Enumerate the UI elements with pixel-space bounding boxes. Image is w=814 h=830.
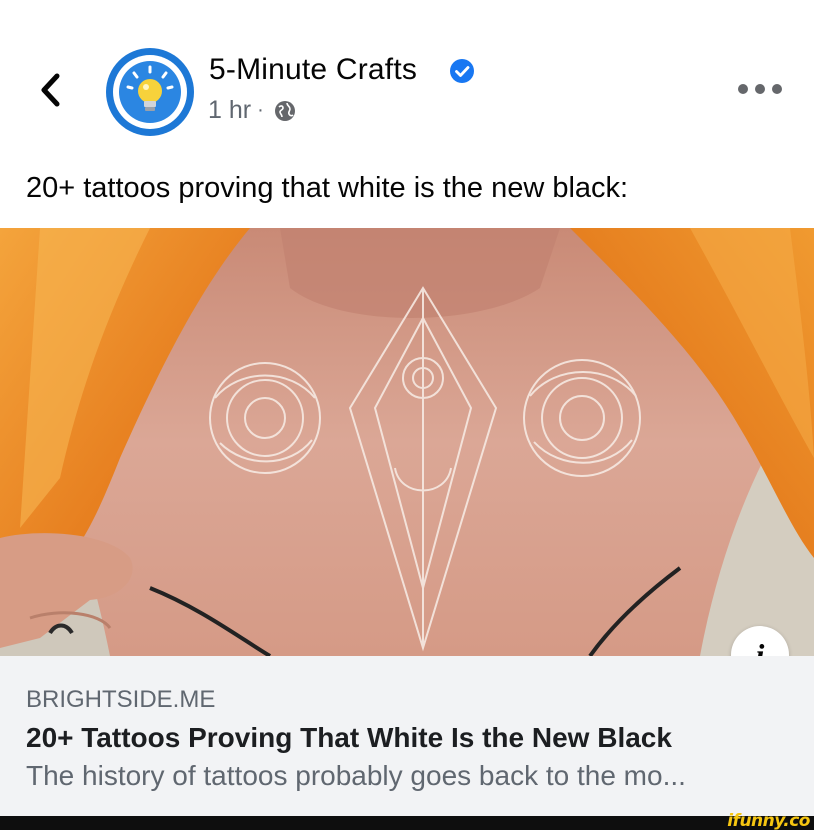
post-timestamp[interactable]: 1 hr (208, 96, 251, 125)
chevron-left-icon (41, 73, 60, 107)
page-name-link[interactable]: 5-Minute Crafts (209, 53, 417, 87)
back-button[interactable] (34, 70, 68, 110)
link-domain: BRIGHTSIDE.ME (26, 686, 216, 713)
lightbulb-icon (126, 65, 174, 111)
link-title: 20+ Tattoos Proving That White Is the Ne… (26, 722, 672, 753)
more-options-button[interactable] (738, 78, 782, 100)
verified-badge-icon (450, 59, 474, 83)
link-preview-image[interactable] (0, 228, 814, 656)
tattoo-photo (0, 228, 814, 656)
more-horizontal-icon (738, 84, 748, 94)
meta-separator: · (257, 99, 264, 121)
post-meta: 1 hr · (208, 96, 296, 125)
ifunny-watermark: ifunny.co (727, 811, 810, 830)
globe-icon[interactable] (274, 100, 296, 122)
link-card[interactable]: BRIGHTSIDE.ME 20+ Tattoos Proving That W… (0, 656, 814, 816)
post-text: 20+ tattoos proving that white is the ne… (26, 172, 629, 204)
page-avatar[interactable] (106, 48, 194, 136)
link-description: The history of tattoos probably goes bac… (26, 760, 686, 791)
watermark-bar: ifunny.co (0, 811, 814, 830)
